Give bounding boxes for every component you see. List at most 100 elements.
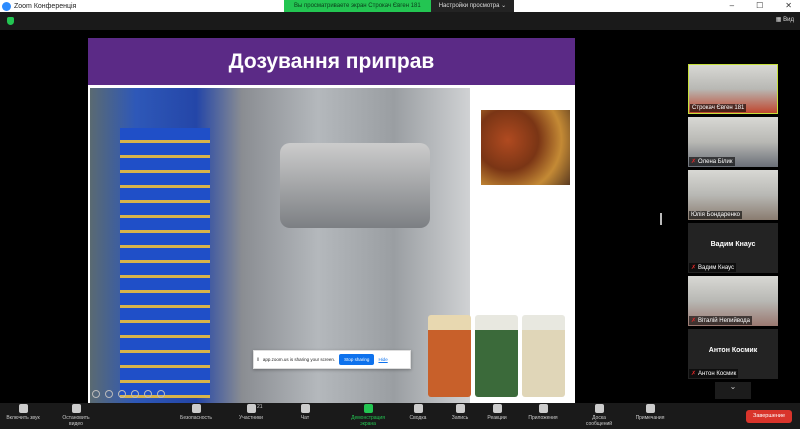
toolbar-record-button[interactable]: Запись [440, 404, 480, 421]
participant-name: Вадим Кнаус [698, 264, 735, 271]
participant-name: Антон Космик [698, 370, 737, 377]
tool-icon[interactable] [144, 390, 152, 398]
view-options-button[interactable]: Настройки просмотра ⌄ [430, 0, 515, 12]
tool-icon[interactable] [157, 390, 165, 398]
scroll-down-chevron-icon[interactable]: ⌄ [715, 382, 751, 399]
toolbar-label: Участники [239, 415, 263, 421]
mic-muted-icon [18, 404, 28, 413]
view-options-label: Настройки просмотра [438, 3, 500, 9]
zoom-logo-icon [2, 1, 11, 11]
participant-tile[interactable]: Антон Космик ✗ Антон Космик [688, 329, 778, 379]
participant-name: Віталій Непийвода [698, 317, 751, 324]
chevron-down-icon: ⌄ [501, 3, 507, 9]
maximize-button[interactable]: ☐ [756, 0, 763, 12]
apps-icon [538, 404, 548, 413]
reactions-icon [492, 404, 502, 413]
share-screen-icon [363, 404, 373, 413]
view-label: Вид [783, 17, 794, 23]
spices-photo [481, 110, 570, 185]
slide-title: Дозування приправ [88, 38, 575, 85]
annotation-tools [92, 390, 165, 398]
toolbar-label: Доска сообщений [585, 415, 613, 427]
notes-icon [645, 404, 655, 413]
chat-icon [300, 404, 310, 413]
close-button[interactable]: ✕ [785, 0, 792, 12]
participant-tile[interactable]: Юлія Бондаренко [688, 170, 778, 220]
mic-muted-icon: ✗ [691, 159, 697, 165]
participant-tile[interactable]: ✗ Олена Білик [688, 117, 778, 167]
participant-name-label: Строкач Євген 181 [690, 104, 747, 112]
participants-icon [246, 404, 256, 413]
toolbar-label: Чат [300, 415, 310, 421]
viewing-label: Вы просматриваете экран Строкач Євген 18… [284, 0, 431, 12]
toolbar-share-screen-button[interactable]: Демонстрация экрана [348, 404, 388, 427]
toolbar-label: Включить звук [6, 415, 40, 421]
toolbar-shield-button[interactable]: Безопасность [176, 404, 216, 421]
stop-sharing-button[interactable]: Stop sharing [339, 354, 375, 365]
window-title: Zoom Конференція [14, 2, 77, 10]
mic-muted-icon: ✗ [691, 371, 697, 377]
participants-panel: Строкач Євген 181 ✗ Олена Білик Юлія Бондар… [688, 64, 778, 399]
toolbar-label: Остановить видео [62, 415, 90, 427]
conveyor-belt [120, 128, 210, 398]
sharing-notice: ‖ app.zoom.us is sharing your screen. St… [253, 350, 411, 369]
mic-muted-icon: ✗ [691, 265, 697, 271]
tool-icon[interactable] [92, 390, 100, 398]
participant-name-label: Юлія Бондаренко [689, 211, 742, 219]
participant-count: 21 [257, 404, 263, 410]
toolbar-label: Безопасность [180, 415, 212, 421]
minimize-button[interactable]: – [730, 0, 734, 12]
toolbar-notes-button[interactable]: Примечания [630, 404, 670, 421]
view-button[interactable]: ▦ Вид [776, 16, 794, 23]
video-icon [71, 404, 81, 413]
toolbar-chat-button[interactable]: Чат [285, 404, 325, 421]
toolbar-label: Реакции [487, 415, 507, 421]
participant-tile[interactable]: Вадим Кнаус ✗ Вадим Кнаус [688, 223, 778, 273]
meeting-top-bar [0, 12, 800, 30]
toolbar-whiteboard-button[interactable]: Доска сообщений [579, 404, 619, 427]
end-meeting-button[interactable]: Завершение [746, 410, 792, 423]
toolbar-mic-muted-button[interactable]: Включить звук [3, 404, 43, 421]
jar [428, 315, 471, 397]
participant-tile[interactable]: ✗ Віталій Непийвода [688, 276, 778, 326]
toolbar-summary-button[interactable]: Сводка [398, 404, 438, 421]
toolbar-label: Демонстрация экрана [351, 415, 385, 427]
tool-icon[interactable] [118, 390, 126, 398]
toolbar-video-button[interactable]: Остановить видео [56, 404, 96, 427]
mic-muted-icon: ✗ [691, 318, 697, 324]
participant-display-name: Антон Космик [708, 347, 758, 354]
summary-icon [413, 404, 423, 413]
participant-name-label: ✗ Антон Космик [689, 369, 739, 378]
shared-screen: Дозування приправ [88, 38, 575, 403]
drag-handle-icon[interactable]: ‖ [257, 357, 259, 362]
participant-name-label: ✗ Вадим Кнаус [689, 263, 737, 272]
participant-display-name: Вадим Кнаус [710, 241, 756, 248]
toolbar-label: Запись [451, 415, 469, 421]
whiteboard-icon [594, 404, 604, 413]
sharing-message: app.zoom.us is sharing your screen. [262, 357, 336, 362]
seasoning-drum [280, 143, 430, 228]
toolbar-label: Примечания [635, 415, 665, 421]
participant-tile[interactable]: Строкач Євген 181 [688, 64, 778, 114]
hide-link[interactable]: Hide [378, 357, 387, 362]
spice-jars-photo [428, 315, 565, 397]
jar [522, 315, 565, 397]
participant-name-label: ✗ Олена Білик [689, 157, 735, 166]
tool-icon[interactable] [131, 390, 139, 398]
encryption-shield-icon[interactable] [7, 17, 14, 25]
record-icon [455, 404, 465, 413]
shield-icon [191, 404, 201, 413]
toolbar-label: Сводка [409, 415, 427, 421]
toolbar-label: Приложения [528, 415, 558, 421]
viewing-banner: Вы просматриваете экран Строкач Євген 18… [284, 0, 515, 12]
toolbar-participants-button[interactable]: Участники 21 [231, 404, 271, 421]
participant-name-label: ✗ Віталій Непийвода [689, 316, 753, 325]
jar [475, 315, 518, 397]
participant-name: Олена Білик [698, 158, 733, 165]
participant-name: Юлія Бондаренко [691, 212, 740, 218]
toolbar-reactions-button[interactable]: Реакции [477, 404, 517, 421]
toolbar-apps-button[interactable]: Приложения [523, 404, 563, 421]
tool-icon[interactable] [105, 390, 113, 398]
splitter-handle[interactable] [660, 213, 662, 225]
participant-name: Строкач Євген 181 [692, 105, 745, 111]
